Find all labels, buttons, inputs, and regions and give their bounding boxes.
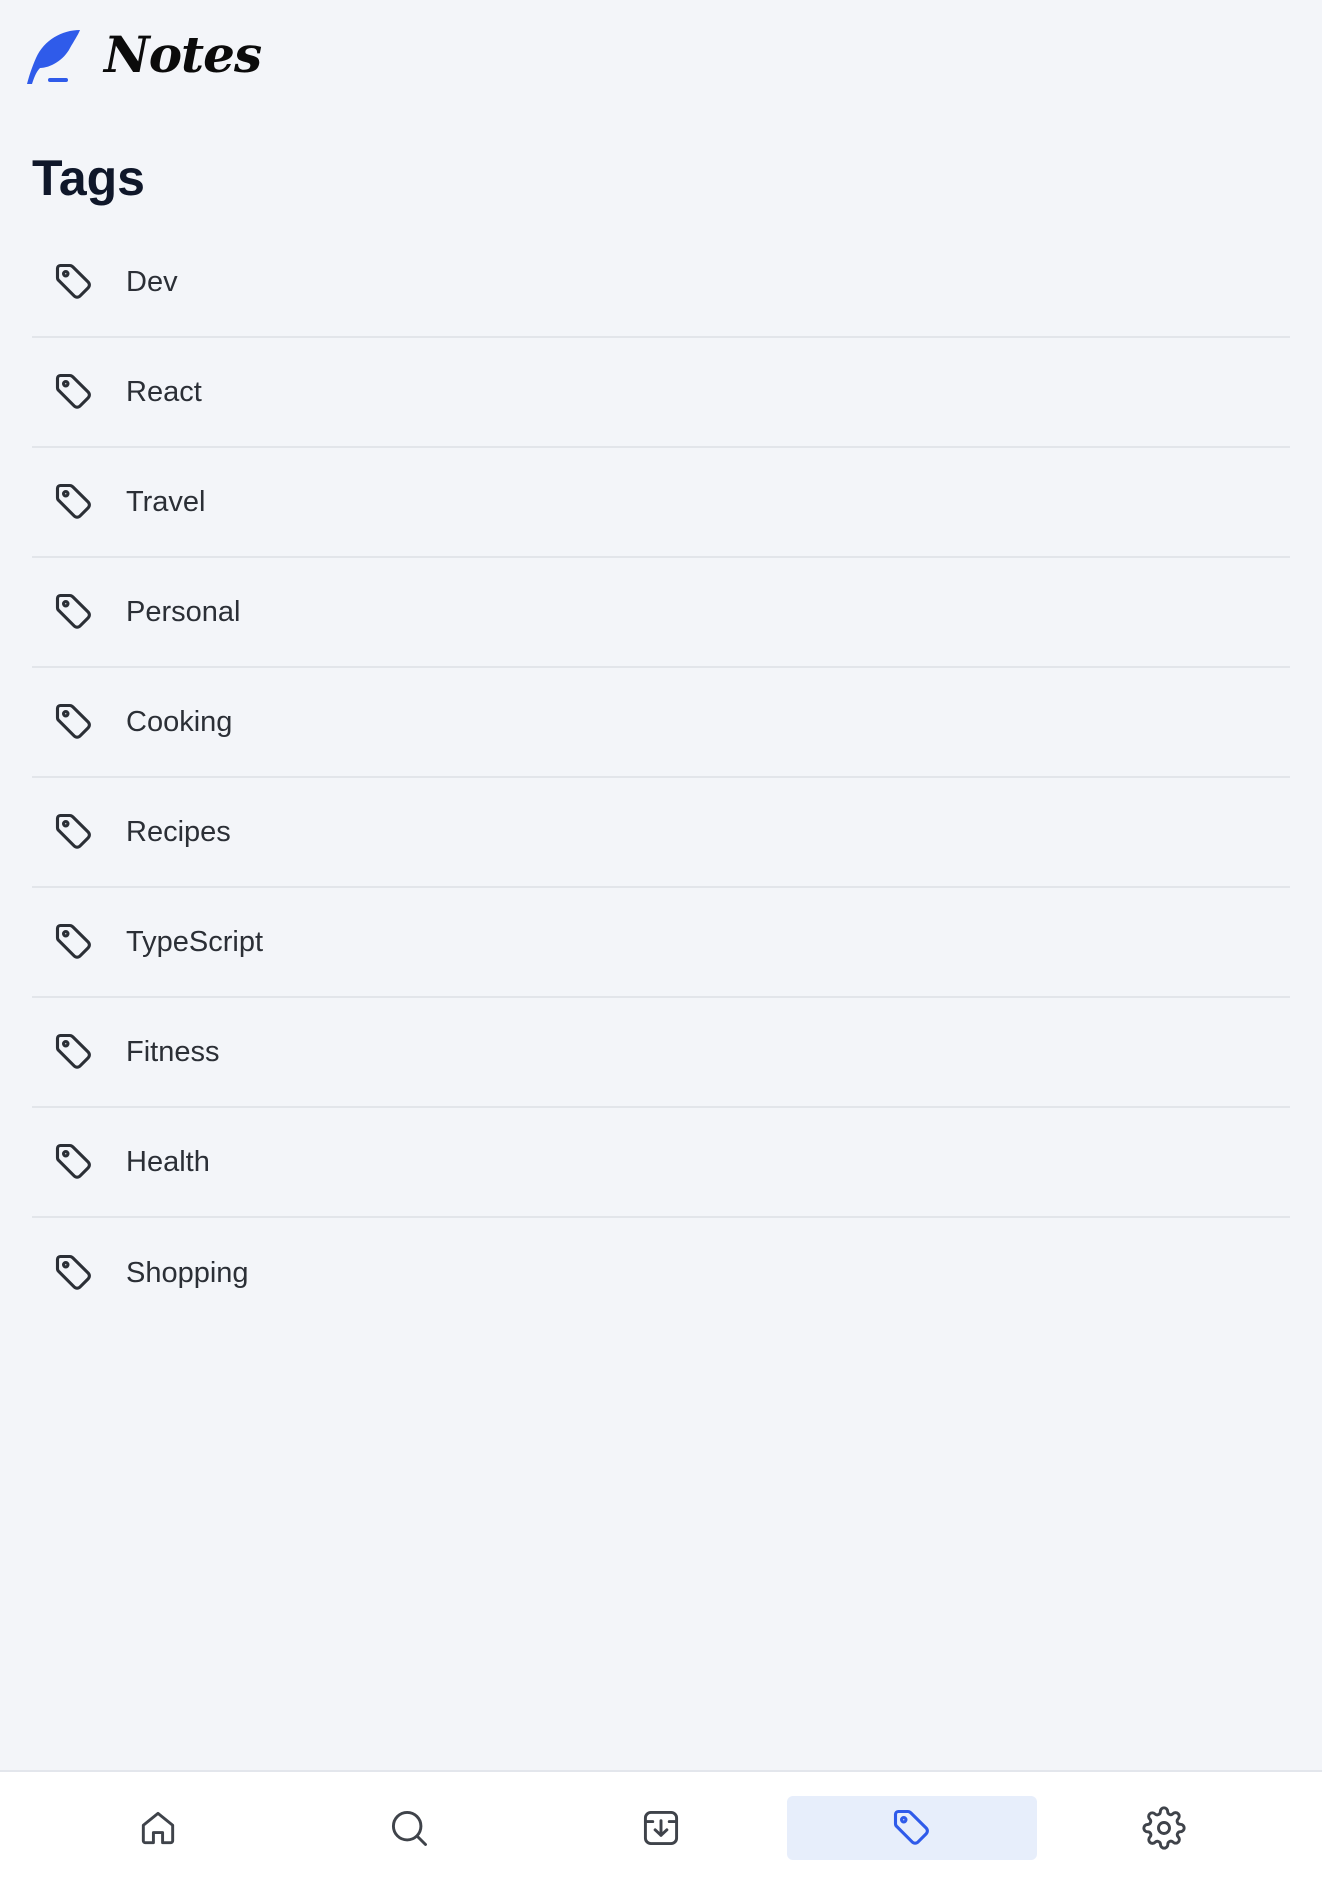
feather-logo-icon xyxy=(27,30,80,84)
tag-item-fitness[interactable]: Fitness xyxy=(32,998,1290,1108)
tag-icon xyxy=(55,593,91,629)
page-title: Tags xyxy=(32,150,145,206)
nav-tags-button[interactable] xyxy=(787,1796,1037,1860)
tag-label: Personal xyxy=(126,595,241,628)
tag-item-recipes[interactable]: Recipes xyxy=(32,778,1290,888)
tag-icon xyxy=(55,923,91,959)
tag-icon xyxy=(55,703,91,739)
tag-icon xyxy=(55,483,91,519)
tag-item-shopping[interactable]: Shopping xyxy=(32,1218,1290,1328)
nav-inbox-button[interactable] xyxy=(536,1796,786,1860)
bottom-nav xyxy=(0,1770,1322,1882)
tag-icon xyxy=(55,1254,91,1290)
tag-item-dev[interactable]: Dev xyxy=(32,228,1290,338)
inbox-download-icon xyxy=(643,1810,679,1846)
tag-label: Shopping xyxy=(126,1256,249,1289)
home-icon xyxy=(141,1811,175,1845)
tag-list: Dev React Travel Personal Cooking Recipe… xyxy=(32,228,1290,1328)
tag-icon xyxy=(893,1809,929,1845)
tag-item-health[interactable]: Health xyxy=(32,1108,1290,1218)
nav-settings-button[interactable] xyxy=(1039,1796,1289,1860)
search-icon xyxy=(391,1810,427,1846)
tag-label: Cooking xyxy=(126,705,233,738)
nav-search-button[interactable] xyxy=(284,1796,534,1860)
tag-label: TypeScript xyxy=(126,925,263,958)
app-logo-text: Notes xyxy=(104,25,262,84)
tag-label: Dev xyxy=(126,265,178,298)
nav-home-button[interactable] xyxy=(33,1796,283,1860)
tag-icon xyxy=(55,1033,91,1069)
gear-icon xyxy=(1142,1806,1186,1850)
tag-label: Fitness xyxy=(126,1035,220,1068)
tag-item-travel[interactable]: Travel xyxy=(32,448,1290,558)
tag-item-react[interactable]: React xyxy=(32,338,1290,448)
tag-label: React xyxy=(126,375,202,408)
tag-label: Travel xyxy=(126,485,206,518)
tag-item-cooking[interactable]: Cooking xyxy=(32,668,1290,778)
tag-icon xyxy=(55,373,91,409)
tag-label: Recipes xyxy=(126,815,231,848)
tag-label: Health xyxy=(126,1145,210,1178)
tag-icon xyxy=(55,813,91,849)
tag-icon xyxy=(55,1143,91,1179)
tag-icon xyxy=(55,263,91,299)
tag-item-personal[interactable]: Personal xyxy=(32,558,1290,668)
tag-item-typescript[interactable]: TypeScript xyxy=(32,888,1290,998)
app-header: Notes xyxy=(24,22,262,88)
